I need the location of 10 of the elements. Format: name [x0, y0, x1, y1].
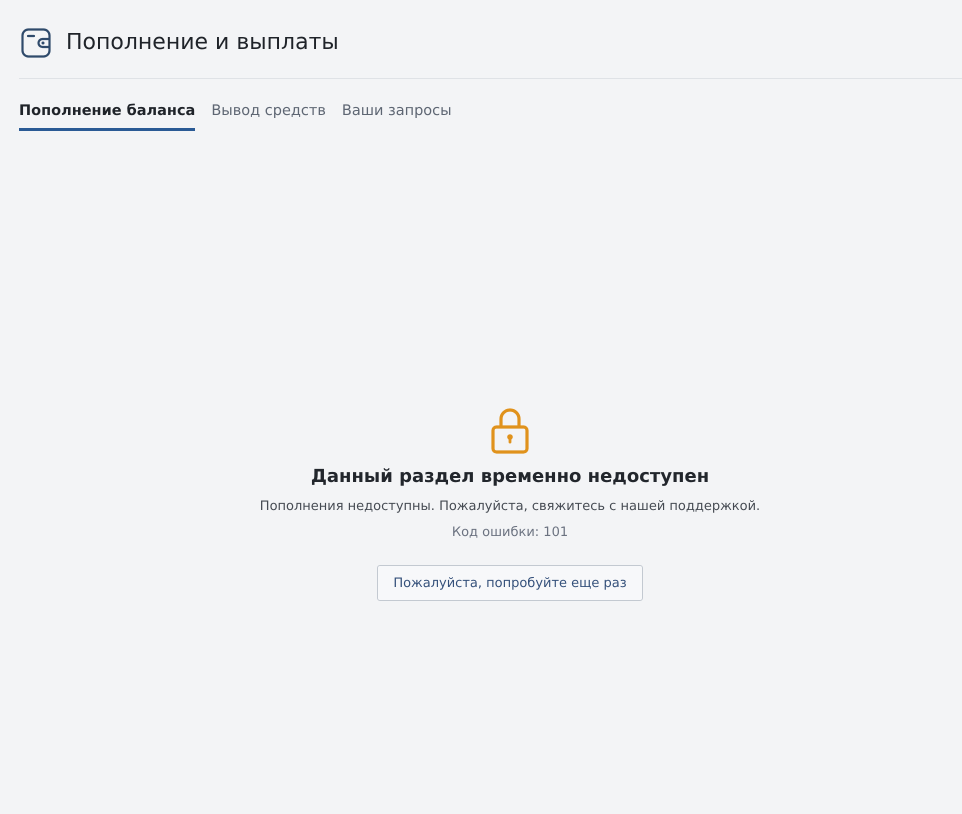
tab[interactable]: Пополнение баланса	[19, 102, 196, 131]
page-title: Пополнение и выплаты	[66, 28, 339, 56]
notice-message: Пополнения недоступны. Пожалуйста, свяжитесь с нашей поддержкой.	[260, 498, 760, 516]
notice-title: Данный раздел временно недоступен	[310, 465, 710, 489]
lock-icon	[491, 408, 529, 454]
retry-button[interactable]: Пожалуйста, попробуйте еще раз	[377, 565, 643, 601]
error-code: Код ошибки: 101	[452, 524, 568, 542]
tab[interactable]: Вывод средств	[211, 102, 326, 131]
tab[interactable]: Ваши запросы	[342, 102, 452, 131]
wallet-icon	[21, 28, 51, 58]
